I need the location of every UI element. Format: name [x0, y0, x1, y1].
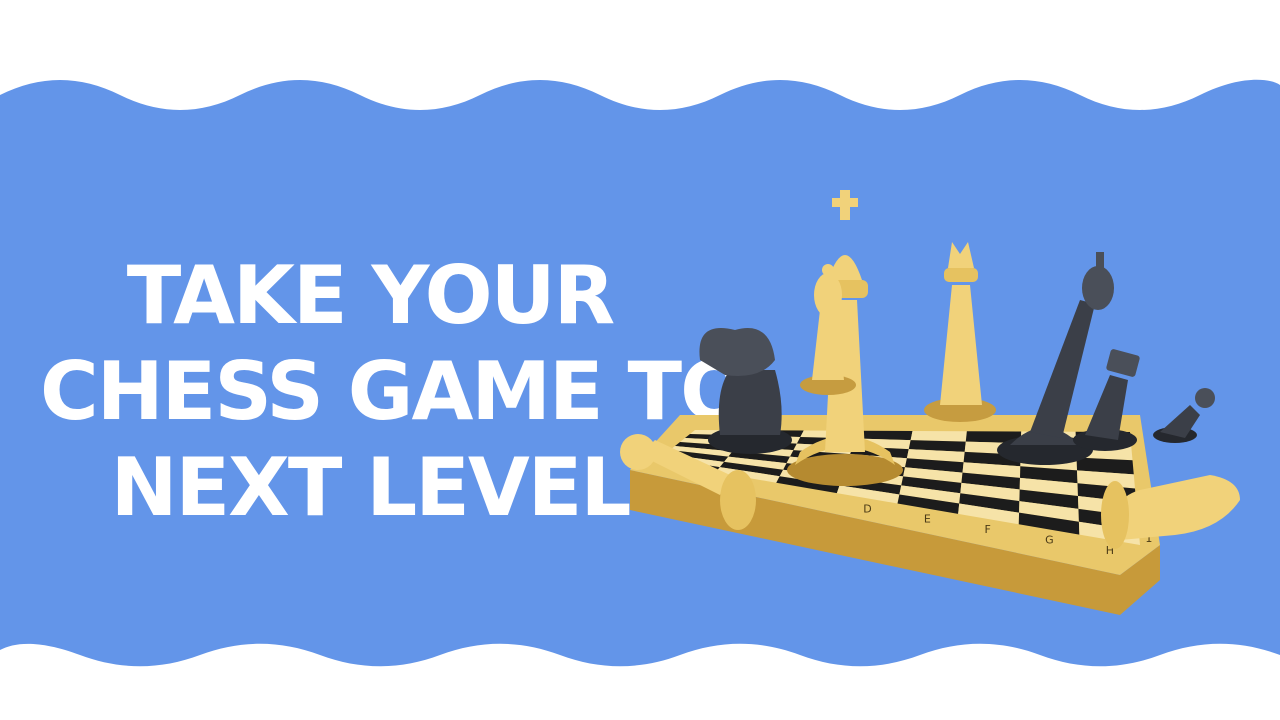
light-queen-icon — [924, 242, 996, 422]
board-file-label: D — [863, 502, 871, 515]
chessboard-with-pieces-icon: DEFGH12 — [620, 190, 1240, 615]
board-file-label: E — [924, 513, 931, 526]
light-knight-icon — [1101, 475, 1240, 549]
dark-rook-icon — [1073, 349, 1140, 451]
board-file-label: F — [984, 523, 990, 536]
board-file-label: G — [1045, 533, 1054, 546]
dark-pawn-icon — [1153, 388, 1215, 443]
dark-knight-icon — [699, 328, 792, 454]
board-square — [910, 431, 967, 442]
